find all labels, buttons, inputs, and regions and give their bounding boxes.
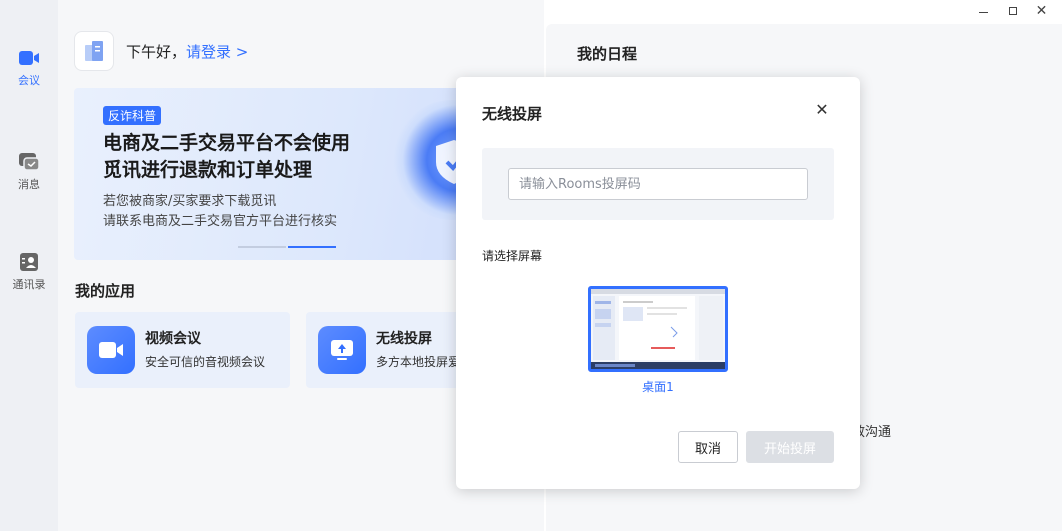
app-card-title: 无线投屏	[376, 331, 432, 347]
contacts-icon	[20, 253, 38, 271]
banner-sub-line: 请联系电商及二手交易官方平台进行核实	[103, 214, 338, 229]
banner-title-line: 电商及二手交易平台不会使用	[103, 132, 351, 154]
sidebar-item-label: 通讯录	[12, 278, 46, 291]
carousel-dot-active[interactable]	[288, 246, 336, 248]
app-card-video-meeting[interactable]: 视频会议 安全可信的音视频会议	[75, 312, 290, 388]
login-link[interactable]: 请登录 >	[186, 41, 248, 62]
sidebar-item-meeting[interactable]: 会议	[0, 48, 58, 88]
apps-section-title: 我的应用	[75, 282, 136, 300]
dialog-title: 无线投屏	[482, 105, 543, 123]
screen-option-label: 桌面1	[642, 380, 674, 394]
select-screen-label: 请选择屏幕	[482, 249, 543, 263]
banner-title-line: 觅讯进行退款和订单处理	[103, 159, 313, 181]
banner-title: 电商及二手交易平台不会使用 觅讯进行退款和订单处理	[103, 130, 403, 184]
chat-bubble-icon	[19, 153, 40, 171]
cancel-button[interactable]: 取消	[678, 431, 738, 463]
app-card-desc: 多方本地投屏爱	[376, 355, 461, 369]
carousel-dot[interactable]	[238, 246, 286, 248]
video-camera-icon	[87, 326, 135, 374]
sidebar-item-label: 消息	[18, 178, 40, 191]
banner-subtitle: 若您被商家/买家要求下载觅讯 请联系电商及二手交易官方平台进行核实	[103, 192, 403, 232]
sidebar-item-contacts[interactable]: 通讯录	[0, 252, 58, 292]
wireless-cast-dialog: 无线投屏 ✕ 请选择屏幕 桌面1 取消 开始投屏	[456, 77, 860, 489]
close-window-button[interactable]: ✕	[1027, 2, 1056, 20]
app-logo	[74, 31, 114, 71]
banner-tag: 反诈科普	[103, 106, 162, 125]
minimize-icon	[979, 11, 988, 13]
maximize-button[interactable]	[998, 2, 1027, 20]
sidebar-item-label: 会议	[18, 74, 40, 87]
screen-cast-icon	[318, 326, 366, 374]
banner-sub-line: 若您被商家/买家要求下载觅讯	[103, 194, 277, 209]
screen-option-desktop-1[interactable]	[588, 286, 728, 372]
close-icon: ✕	[815, 100, 829, 119]
building-icon	[85, 41, 103, 61]
start-cast-button[interactable]: 开始投屏	[746, 431, 834, 463]
cast-code-input[interactable]	[508, 168, 808, 200]
sidebar-item-messages[interactable]: 消息	[0, 152, 58, 192]
schedule-title: 我的日程	[577, 45, 638, 63]
dialog-close-button[interactable]: ✕	[814, 102, 830, 118]
window-controls: ✕	[969, 2, 1056, 20]
desktop-preview-icon	[591, 289, 725, 369]
login-row: 下午好， 请登录 >	[74, 31, 248, 71]
banner-carousel-dots	[238, 246, 336, 248]
greeting-text: 下午好，	[126, 42, 187, 61]
cast-code-area	[482, 148, 834, 220]
close-icon: ✕	[1035, 3, 1048, 19]
app-card-title: 视频会议	[145, 331, 201, 347]
sidebar: 会议 消息 通讯录	[0, 0, 58, 531]
video-camera-icon	[19, 51, 39, 65]
app-card-desc: 安全可信的音视频会议	[145, 355, 266, 369]
maximize-icon	[1008, 7, 1017, 15]
minimize-button[interactable]	[969, 2, 998, 20]
